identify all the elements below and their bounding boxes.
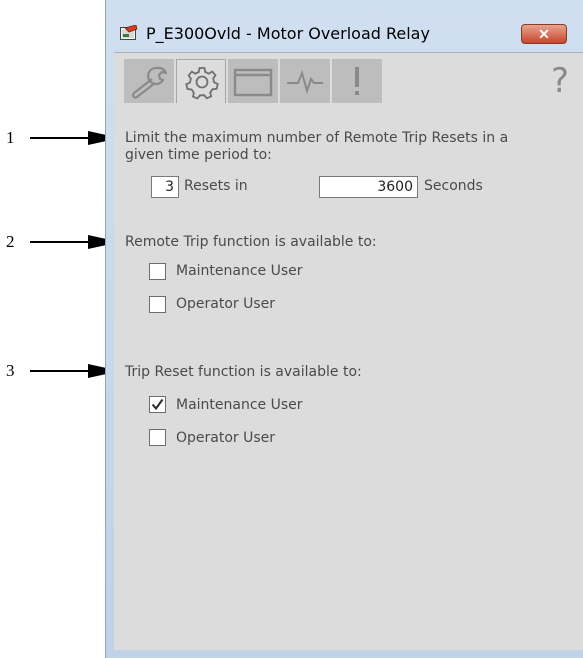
tab-maintenance[interactable] xyxy=(124,59,174,103)
title-bar[interactable]: P_E300Ovld - Motor Overload Relay ✕ xyxy=(106,0,583,44)
exclamation-icon xyxy=(355,67,359,95)
tab-alarms[interactable] xyxy=(332,59,382,103)
waveform-icon xyxy=(287,69,323,95)
callout-2: 2 xyxy=(0,232,122,252)
tab-display[interactable] xyxy=(228,59,278,103)
close-icon: ✕ xyxy=(538,26,550,42)
callout-3: 3 xyxy=(0,361,122,381)
callout-1: 1 xyxy=(0,128,122,148)
remote-trip-heading: Remote Trip function is available to: xyxy=(125,234,377,250)
reset-limit-description-cont: given time period to: xyxy=(125,147,272,163)
wrench-icon xyxy=(131,66,168,99)
remote-trip-operator-checkbox[interactable] xyxy=(149,296,166,313)
callout-arrow-line xyxy=(30,241,92,243)
callout-number: 2 xyxy=(6,232,15,251)
help-icon[interactable]: ? xyxy=(551,61,569,101)
trip-reset-heading: Trip Reset function is available to: xyxy=(125,364,362,380)
close-button[interactable]: ✕ xyxy=(521,24,567,44)
gear-icon xyxy=(185,67,219,100)
resets-in-label: Resets in xyxy=(184,178,248,194)
app-icon xyxy=(120,24,138,41)
tab-configuration[interactable] xyxy=(176,59,226,103)
trip-reset-operator-checkbox[interactable] xyxy=(149,429,166,446)
checkmark-icon xyxy=(151,398,164,411)
window-icon xyxy=(233,68,273,97)
remote-trip-maintenance-label: Maintenance User xyxy=(176,263,303,279)
faceplate-body: ? Limit the maximum number of Remote Tri… xyxy=(114,52,583,650)
faceplate-window: P_E300Ovld - Motor Overload Relay ✕ ? Li… xyxy=(105,0,583,658)
callout-arrow-line xyxy=(30,370,92,372)
time-period-input[interactable]: 3600 xyxy=(319,176,418,198)
callout-number: 1 xyxy=(6,128,15,147)
remote-trip-maintenance-checkbox[interactable] xyxy=(149,263,166,280)
callout-arrow-line xyxy=(30,137,92,139)
window-title: P_E300Ovld - Motor Overload Relay xyxy=(146,24,430,43)
trip-reset-maintenance-label: Maintenance User xyxy=(176,397,303,413)
seconds-label: Seconds xyxy=(424,178,483,194)
reset-limit-description: Limit the maximum number of Remote Trip … xyxy=(125,130,509,146)
callout-number: 3 xyxy=(6,361,15,380)
max-resets-input[interactable]: 3 xyxy=(151,176,179,198)
remote-trip-operator-label: Operator User xyxy=(176,296,276,312)
tab-trends[interactable] xyxy=(280,59,330,103)
tab-toolbar: ? xyxy=(124,59,583,103)
trip-reset-operator-label: Operator User xyxy=(176,430,276,446)
trip-reset-maintenance-checkbox[interactable] xyxy=(149,396,166,413)
